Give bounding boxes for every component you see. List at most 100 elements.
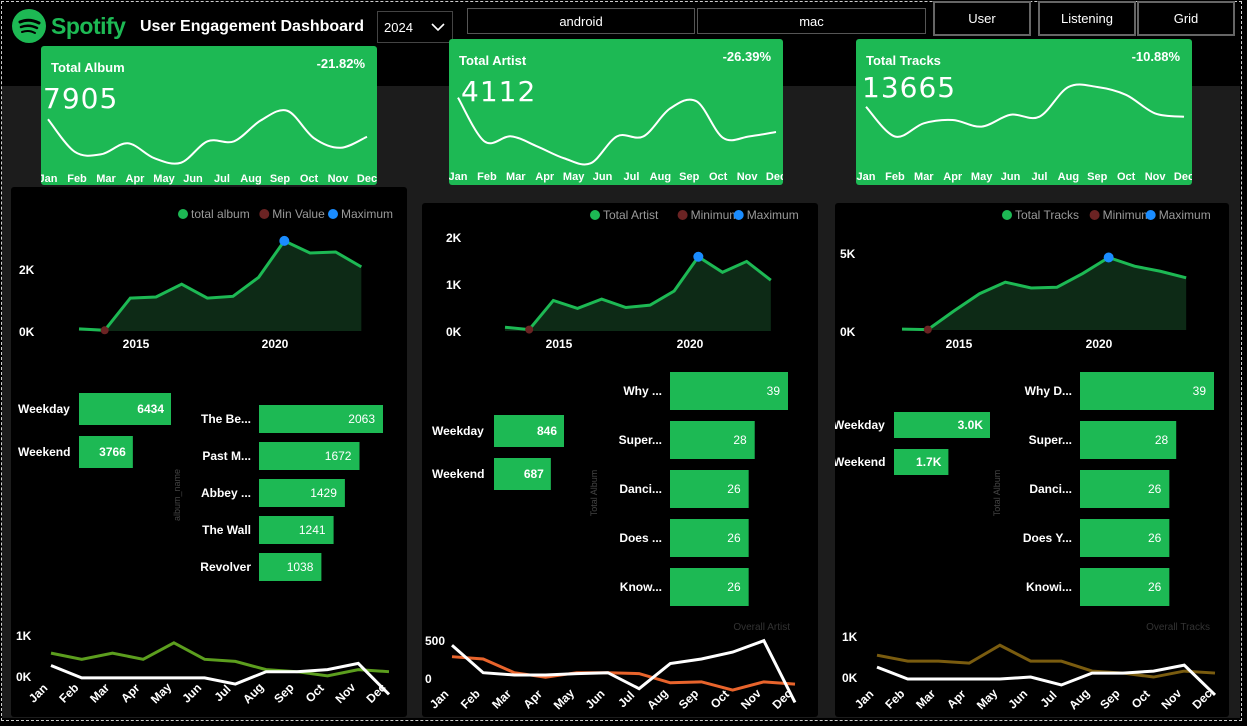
month-label: Oct [300,173,319,185]
daytype-value: 3766 [99,445,126,459]
month-label: Nov [737,171,759,183]
y-axis-tick: 0K [446,325,462,339]
bar-category-label: Super... [619,433,662,447]
month-label: May [153,173,175,185]
nav-grid-button[interactable]: Grid [1137,1,1235,36]
year-dropdown[interactable]: 2024 [377,11,453,43]
month-label: Nov [328,173,350,185]
bar-value-label: 1241 [299,523,326,537]
daytype-label: Weekend [432,467,484,481]
kpi-sparkline: Jan Feb Mar Apr May Jun Jul Aug Sep Oct Nov Dec [857,83,1192,183]
bar-category-label: Abbey ... [201,486,251,500]
panel-tracks-charts[interactable]: Total Tracks Minimum Maximum 0K 5K 2015 2020 We… [835,203,1229,717]
daytype-label: Weekend [18,445,70,459]
daytype-label: Weekend [835,455,885,469]
kpi-card-total-album[interactable]: Total Album -21.82% 7905 Jan Feb Mar Apr May… [41,46,377,185]
month-label: Jul [214,173,230,185]
nav-listening-button[interactable]: Listening [1038,1,1136,36]
bar-axis-title: Total Album [992,470,1002,517]
bar-value-label: 1429 [310,486,337,500]
bottom-y-tick: 500 [425,634,445,648]
area-fill [79,240,362,331]
kpi-sparkline: Jan Feb Mar Apr May Jun Jul Aug Sep Oct Nov Dec [449,97,783,183]
month-label: Oct [709,171,728,183]
bottom-month-label: Apr [944,687,969,712]
kpi-sparkline: Jan Feb Mar Apr May Jun Jul Aug Sep Oct Nov Dec [41,109,377,185]
month-label: Apr [126,173,146,185]
bottom-month-label: May [551,686,578,713]
bottom-month-label: Dec [769,686,795,712]
platform-mac-button[interactable]: mac [697,8,926,34]
kpi-trend-line [47,109,368,165]
bottom-month-label: Sep [1097,686,1122,711]
year-value: 2024 [384,19,413,35]
bottom-month-label: Mar [87,680,112,705]
panel-tracks: Total Tracks Minimum Maximum 0K 5K 2015 2020 We… [835,203,1229,717]
bar-value-label: 2063 [348,412,375,426]
legend-marker [1002,210,1012,220]
bottom-month-label: Apr [118,681,143,706]
platform-android-button[interactable]: android [467,8,695,34]
min-point-marker [525,325,534,334]
bottom-month-label: May [148,680,175,707]
daytype-label: Weekday [18,402,70,416]
bar-category-label: Revolver [200,560,251,574]
spotify-icon [12,9,46,43]
bar-value-label: 39 [1193,384,1207,398]
legend-marker [1089,210,1100,220]
bottom-month-label: Apr [520,687,545,712]
bottom-y-tick: 0K [16,670,32,684]
bar-category-label: Does ... [619,531,662,545]
bar-category-label: Knowi... [1026,580,1072,594]
bottom-month-label: Aug [1066,686,1092,712]
chevron-down-icon [431,23,445,32]
bar-value-label: 26 [727,580,741,594]
page-title: User Engagement Dashboard [140,18,365,35]
max-point-marker [693,251,704,262]
x-axis-tick: 2015 [946,337,973,351]
kpi-card-total-tracks[interactable]: Total Tracks -10.88% 13665 Jan Feb Mar Apr M… [856,39,1192,185]
bottom-month-label: Oct [303,681,327,705]
month-label: Mar [96,173,116,185]
max-point-marker [279,235,290,246]
x-axis-tick: 2015 [123,337,150,351]
month-label: Sep [1087,171,1107,183]
bar-value-label: 1038 [287,560,314,574]
panel-album-charts[interactable]: total album Min Value Maximum 0K 2K 2015 2020 W… [11,187,407,717]
spotify-logo: Spotify [12,9,126,43]
panel-artist-charts[interactable]: Total Artist Minimum Maximum 0K 1K 2K 2015 2020… [422,203,818,717]
legend-item: Minimum [1103,208,1152,222]
month-label: Jun [1001,171,1021,183]
bottom-y-tick: 0K [842,671,858,685]
kpi-trend-line [457,97,777,166]
bottom-month-label: Feb [56,681,81,706]
daytype-value: 3.0K [958,418,984,432]
legend-item: Maximum [341,207,393,221]
month-label: Apr [943,171,963,183]
y-axis-tick: 0K [840,325,856,339]
nav-user-label: User [968,11,996,26]
legend-marker [328,209,338,219]
y-axis-tick: 1K [446,278,462,292]
month-label: Mar [914,171,934,183]
bottom-month-label: Jun [583,687,608,712]
kpi-card-total-artist[interactable]: Total Artist -26.39% 4112 Jan Feb Mar Apr Ma… [449,39,783,185]
bar-value-label: 28 [733,433,747,447]
month-label: Jun [183,173,203,185]
legend-marker [1145,210,1156,220]
bottom-month-label: Mar [489,686,514,711]
month-label: Sep [270,173,290,185]
daytype-label: Weekday [835,418,885,432]
x-axis-tick: 2015 [546,337,573,351]
bar-category-label: Super... [1029,433,1072,447]
nav-user-button[interactable]: User [933,1,1031,36]
month-label: Dec [357,173,377,185]
bar-value-label: 26 [1148,531,1162,545]
month-label: Feb [67,173,87,185]
legend-marker [733,210,744,220]
bottom-month-label: Feb [882,687,907,712]
overall-label: Overall Tracks [1146,622,1210,633]
legend-marker [590,210,600,220]
month-label: Jul [624,171,640,183]
month-label: Apr [535,171,555,183]
